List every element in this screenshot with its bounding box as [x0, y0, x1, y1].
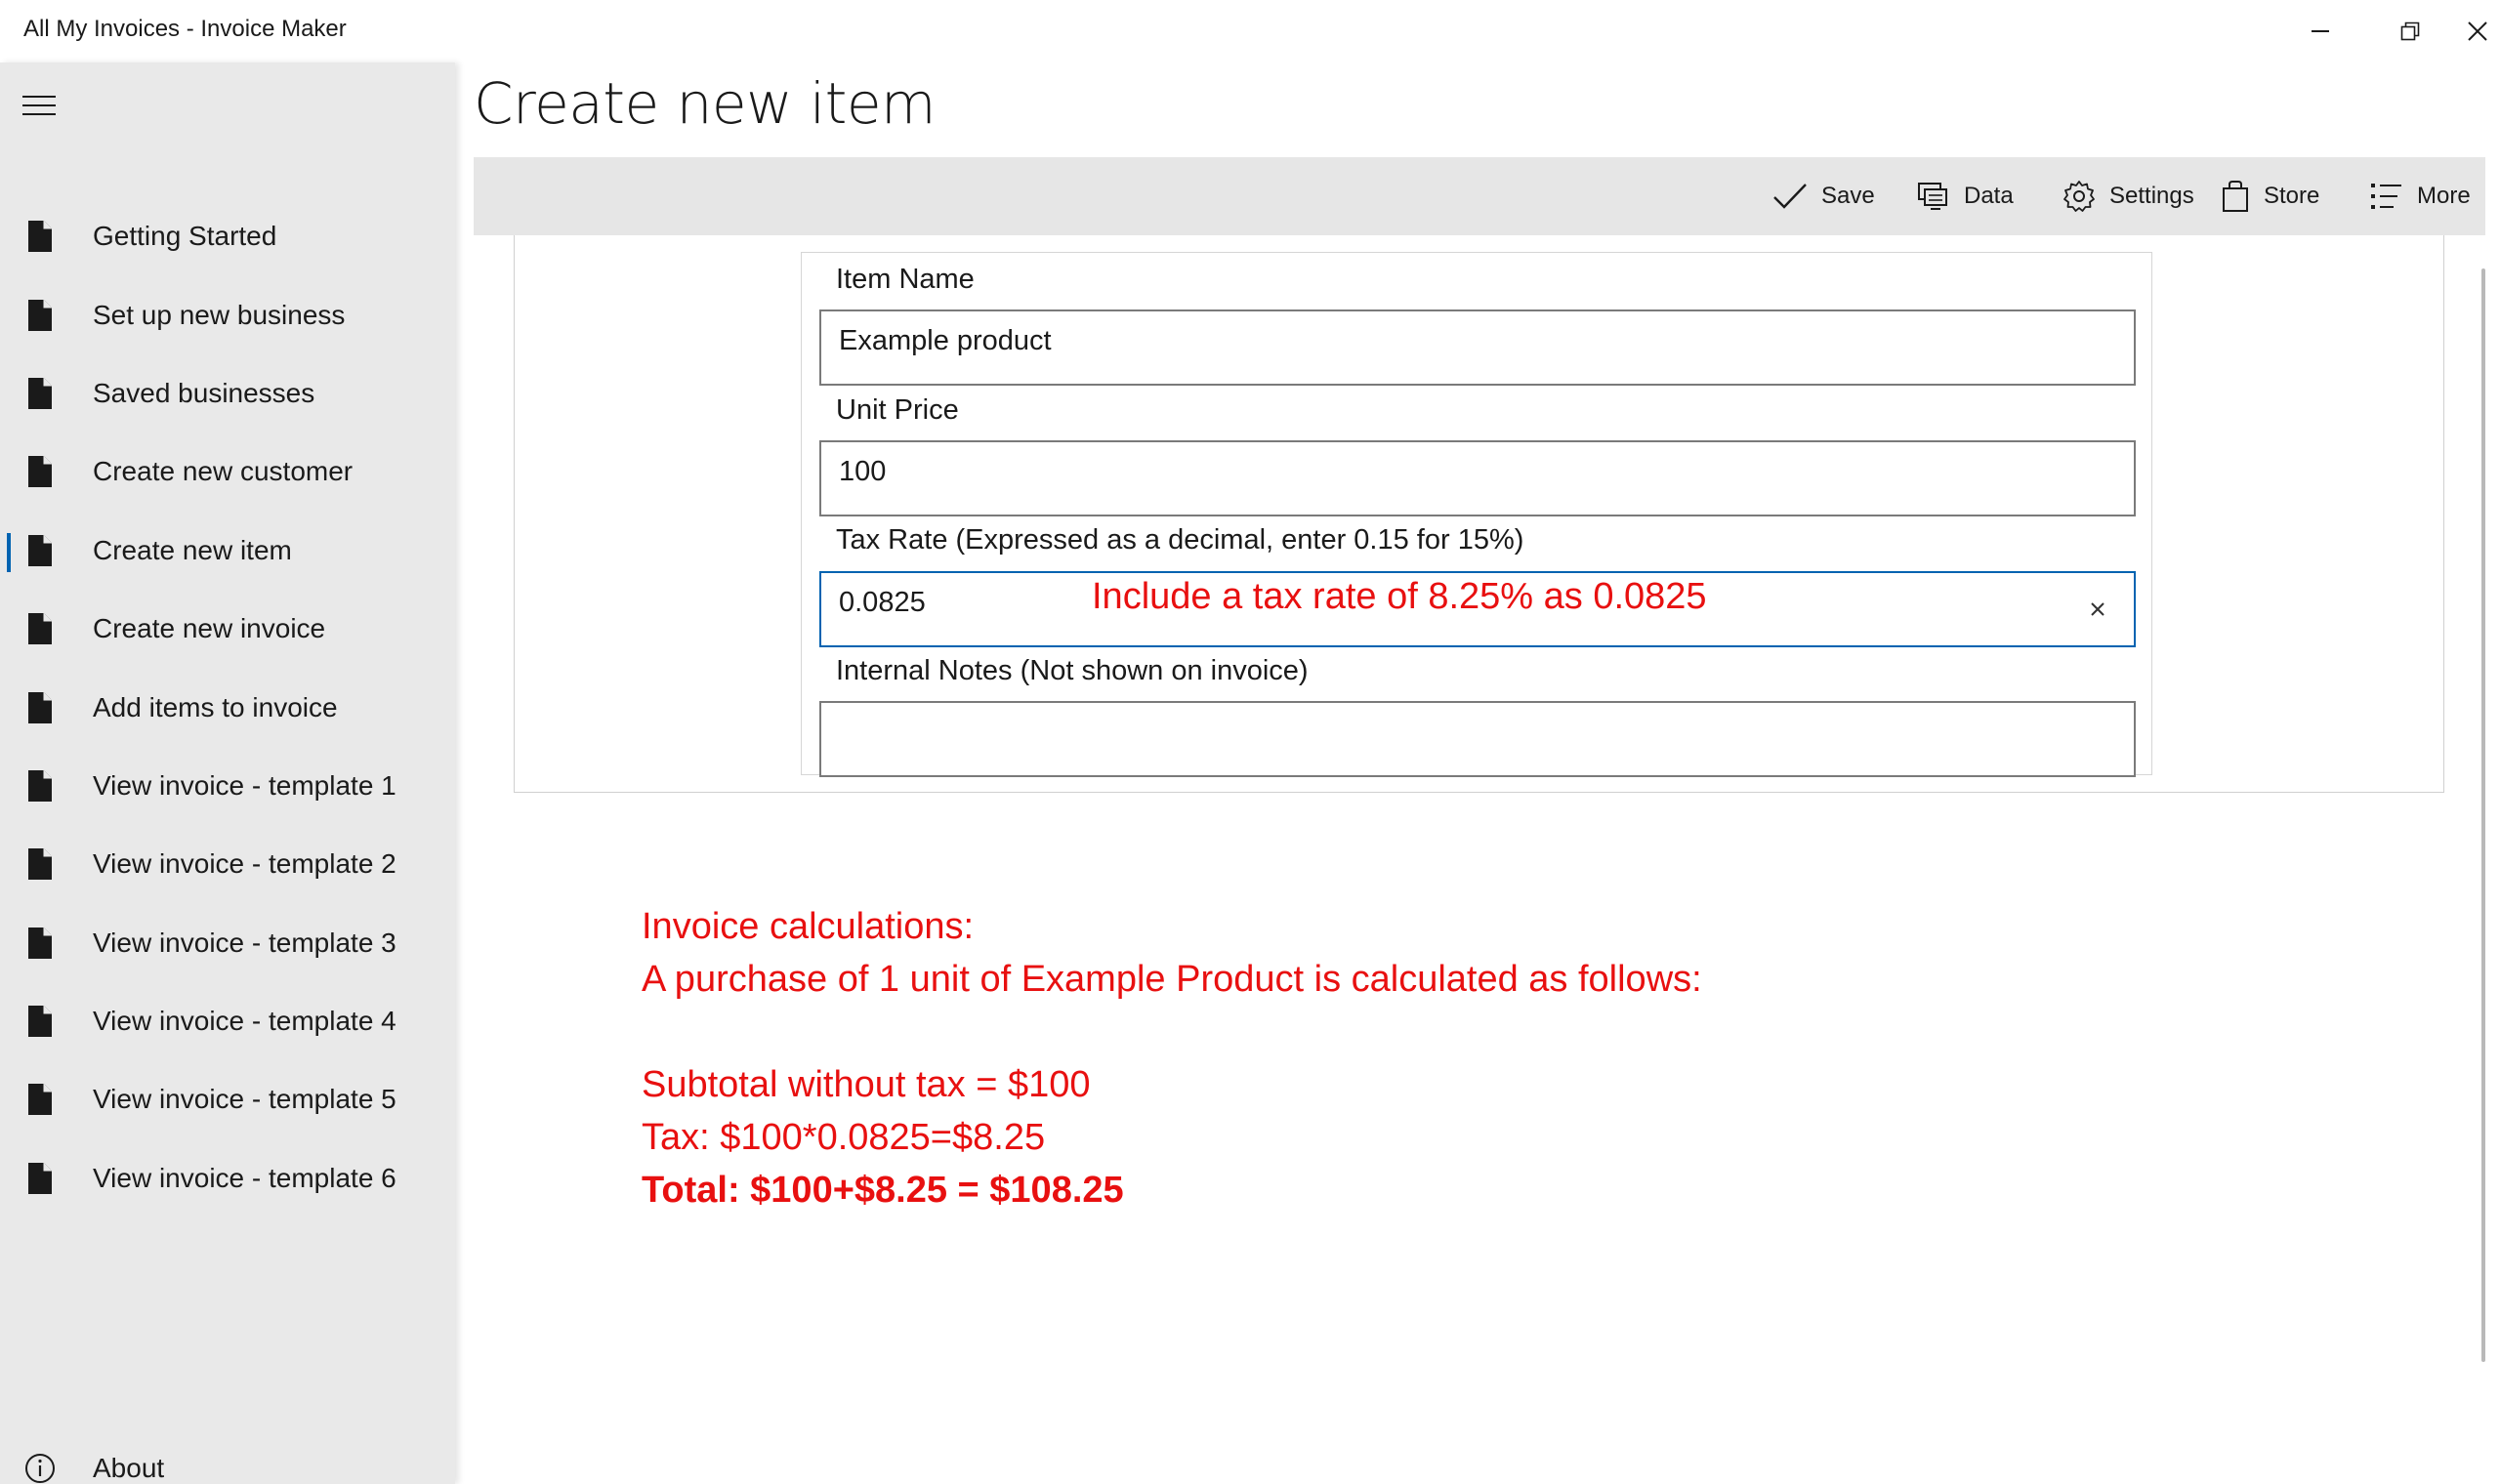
unit-price-value: 100 [839, 456, 887, 487]
nav-item[interactable]: View invoice - template 6 [0, 1139, 455, 1217]
nav-item-label: Add items to invoice [93, 691, 338, 722]
nav-item-label: Set up new business [93, 299, 346, 330]
nav-list: Getting Started Set up new business Saved … [0, 197, 455, 1217]
nav-item[interactable]: View invoice - template 1 [0, 747, 455, 825]
title-bar: All My Invoices - Invoice Maker [0, 0, 2500, 62]
document-icon [28, 456, 52, 488]
calc-tax: Tax: $100*0.0825=$8.25 [642, 1117, 1046, 1158]
document-icon [28, 927, 52, 959]
item-name-field[interactable]: Example product [819, 309, 2136, 386]
nav-item[interactable]: Getting Started [0, 197, 455, 275]
nav-item[interactable]: View invoice - template 5 [0, 1060, 455, 1138]
tax-rate-label: Tax Rate (Expressed as a decimal, enter … [836, 524, 1524, 556]
nav-item-label: Getting Started [93, 221, 277, 252]
item-name-label: Item Name [836, 264, 975, 295]
nav-item[interactable]: Create new invoice [0, 590, 455, 668]
store-label: Store [2264, 183, 2320, 209]
document-icon [28, 848, 52, 881]
shopping-bag-icon [2223, 181, 2248, 212]
nav-item[interactable]: Add items to invoice [0, 668, 455, 746]
nav-item[interactable]: View invoice - template 4 [0, 982, 455, 1060]
invoice-calculations: Invoice calculations: A purchase of 1 un… [642, 900, 1702, 1216]
document-icon [28, 221, 52, 253]
hamburger-menu-button[interactable] [16, 82, 62, 129]
store-button[interactable]: Store [2221, 157, 2319, 235]
tax-rate-value: 0.0825 [839, 587, 926, 618]
unit-price-field[interactable]: 100 [819, 440, 2136, 516]
restore-icon [2400, 21, 2420, 41]
document-icon [28, 299, 52, 331]
nav-item-label: View invoice - template 3 [93, 927, 396, 958]
calc-intro: A purchase of 1 unit of Example Product … [642, 959, 1702, 1000]
nav-item[interactable]: Create new item [0, 512, 455, 590]
internal-notes-field[interactable] [819, 701, 2136, 777]
save-button[interactable]: Save [1772, 157, 1875, 235]
more-label: More [2417, 183, 2471, 209]
hamburger-icon [22, 96, 56, 115]
checkmark-icon [1773, 184, 1807, 209]
clear-text-icon[interactable] [2087, 598, 2108, 620]
restore-button[interactable] [2365, 0, 2455, 62]
nav-item[interactable]: View invoice - template 3 [0, 904, 455, 982]
minimize-button[interactable] [2275, 0, 2365, 62]
command-bar: Save Data Settings Store More [474, 157, 2485, 235]
nav-item-label: View invoice - template 6 [93, 1162, 396, 1193]
vertical-scrollbar[interactable] [2481, 268, 2485, 1362]
document-icon [28, 691, 52, 723]
data-icon [1918, 183, 1947, 210]
nav-item-label: View invoice - template 1 [93, 769, 396, 801]
nav-item-label: View invoice - template 2 [93, 848, 396, 880]
nav-item[interactable]: Set up new business [0, 275, 455, 353]
data-label: Data [1964, 183, 2014, 209]
document-icon [28, 534, 52, 566]
window-title: All My Invoices - Invoice Maker [23, 16, 347, 42]
document-icon [28, 1006, 52, 1038]
nav-item-about[interactable]: About [0, 1429, 455, 1484]
close-icon [2468, 21, 2487, 41]
app-window: All My Invoices - Invoice Maker Getting … [0, 0, 2500, 1484]
list-icon [2371, 184, 2401, 209]
nav-item-label: View invoice - template 5 [93, 1084, 396, 1115]
tax-rate-hint: Include a tax rate of 8.25% as 0.0825 [1092, 576, 1707, 617]
calc-subtotal: Subtotal without tax = $100 [642, 1064, 1091, 1105]
calc-total: Total: $100+$8.25 = $108.25 [642, 1170, 1124, 1211]
document-icon [28, 377, 52, 409]
calc-heading: Invoice calculations: [642, 906, 975, 947]
nav-item[interactable]: Saved businesses [0, 354, 455, 433]
close-button[interactable] [2455, 0, 2500, 62]
navigation-pane: Getting Started Set up new business Saved … [0, 62, 455, 1484]
nav-item-label: About [93, 1453, 165, 1483]
nav-item-label: Create new invoice [93, 613, 326, 644]
page-title: Create new item [474, 70, 937, 137]
nav-item-label: Create new customer [93, 456, 354, 487]
nav-item-label: Saved businesses [93, 377, 315, 408]
internal-notes-label: Internal Notes (Not shown on invoice) [836, 655, 1309, 686]
gear-icon [2063, 181, 2095, 212]
more-button[interactable]: More [2370, 157, 2471, 235]
document-icon [28, 1084, 52, 1116]
nav-item-label: Create new item [93, 534, 292, 565]
unit-price-label: Unit Price [836, 394, 959, 426]
save-label: Save [1821, 183, 1875, 209]
data-button[interactable]: Data [1917, 157, 2014, 235]
nav-item[interactable]: Create new customer [0, 433, 455, 511]
settings-label: Settings [2109, 183, 2194, 209]
minimize-icon [2312, 30, 2329, 32]
settings-button[interactable]: Settings [2062, 157, 2194, 235]
info-icon [25, 1454, 55, 1483]
calc-spacer [642, 1006, 1702, 1058]
nav-item[interactable]: View invoice - template 2 [0, 825, 455, 903]
document-icon [28, 769, 52, 802]
document-icon [28, 1162, 52, 1194]
item-name-value: Example product [839, 325, 1052, 356]
nav-item-label: View invoice - template 4 [93, 1006, 396, 1037]
document-icon [28, 613, 52, 645]
